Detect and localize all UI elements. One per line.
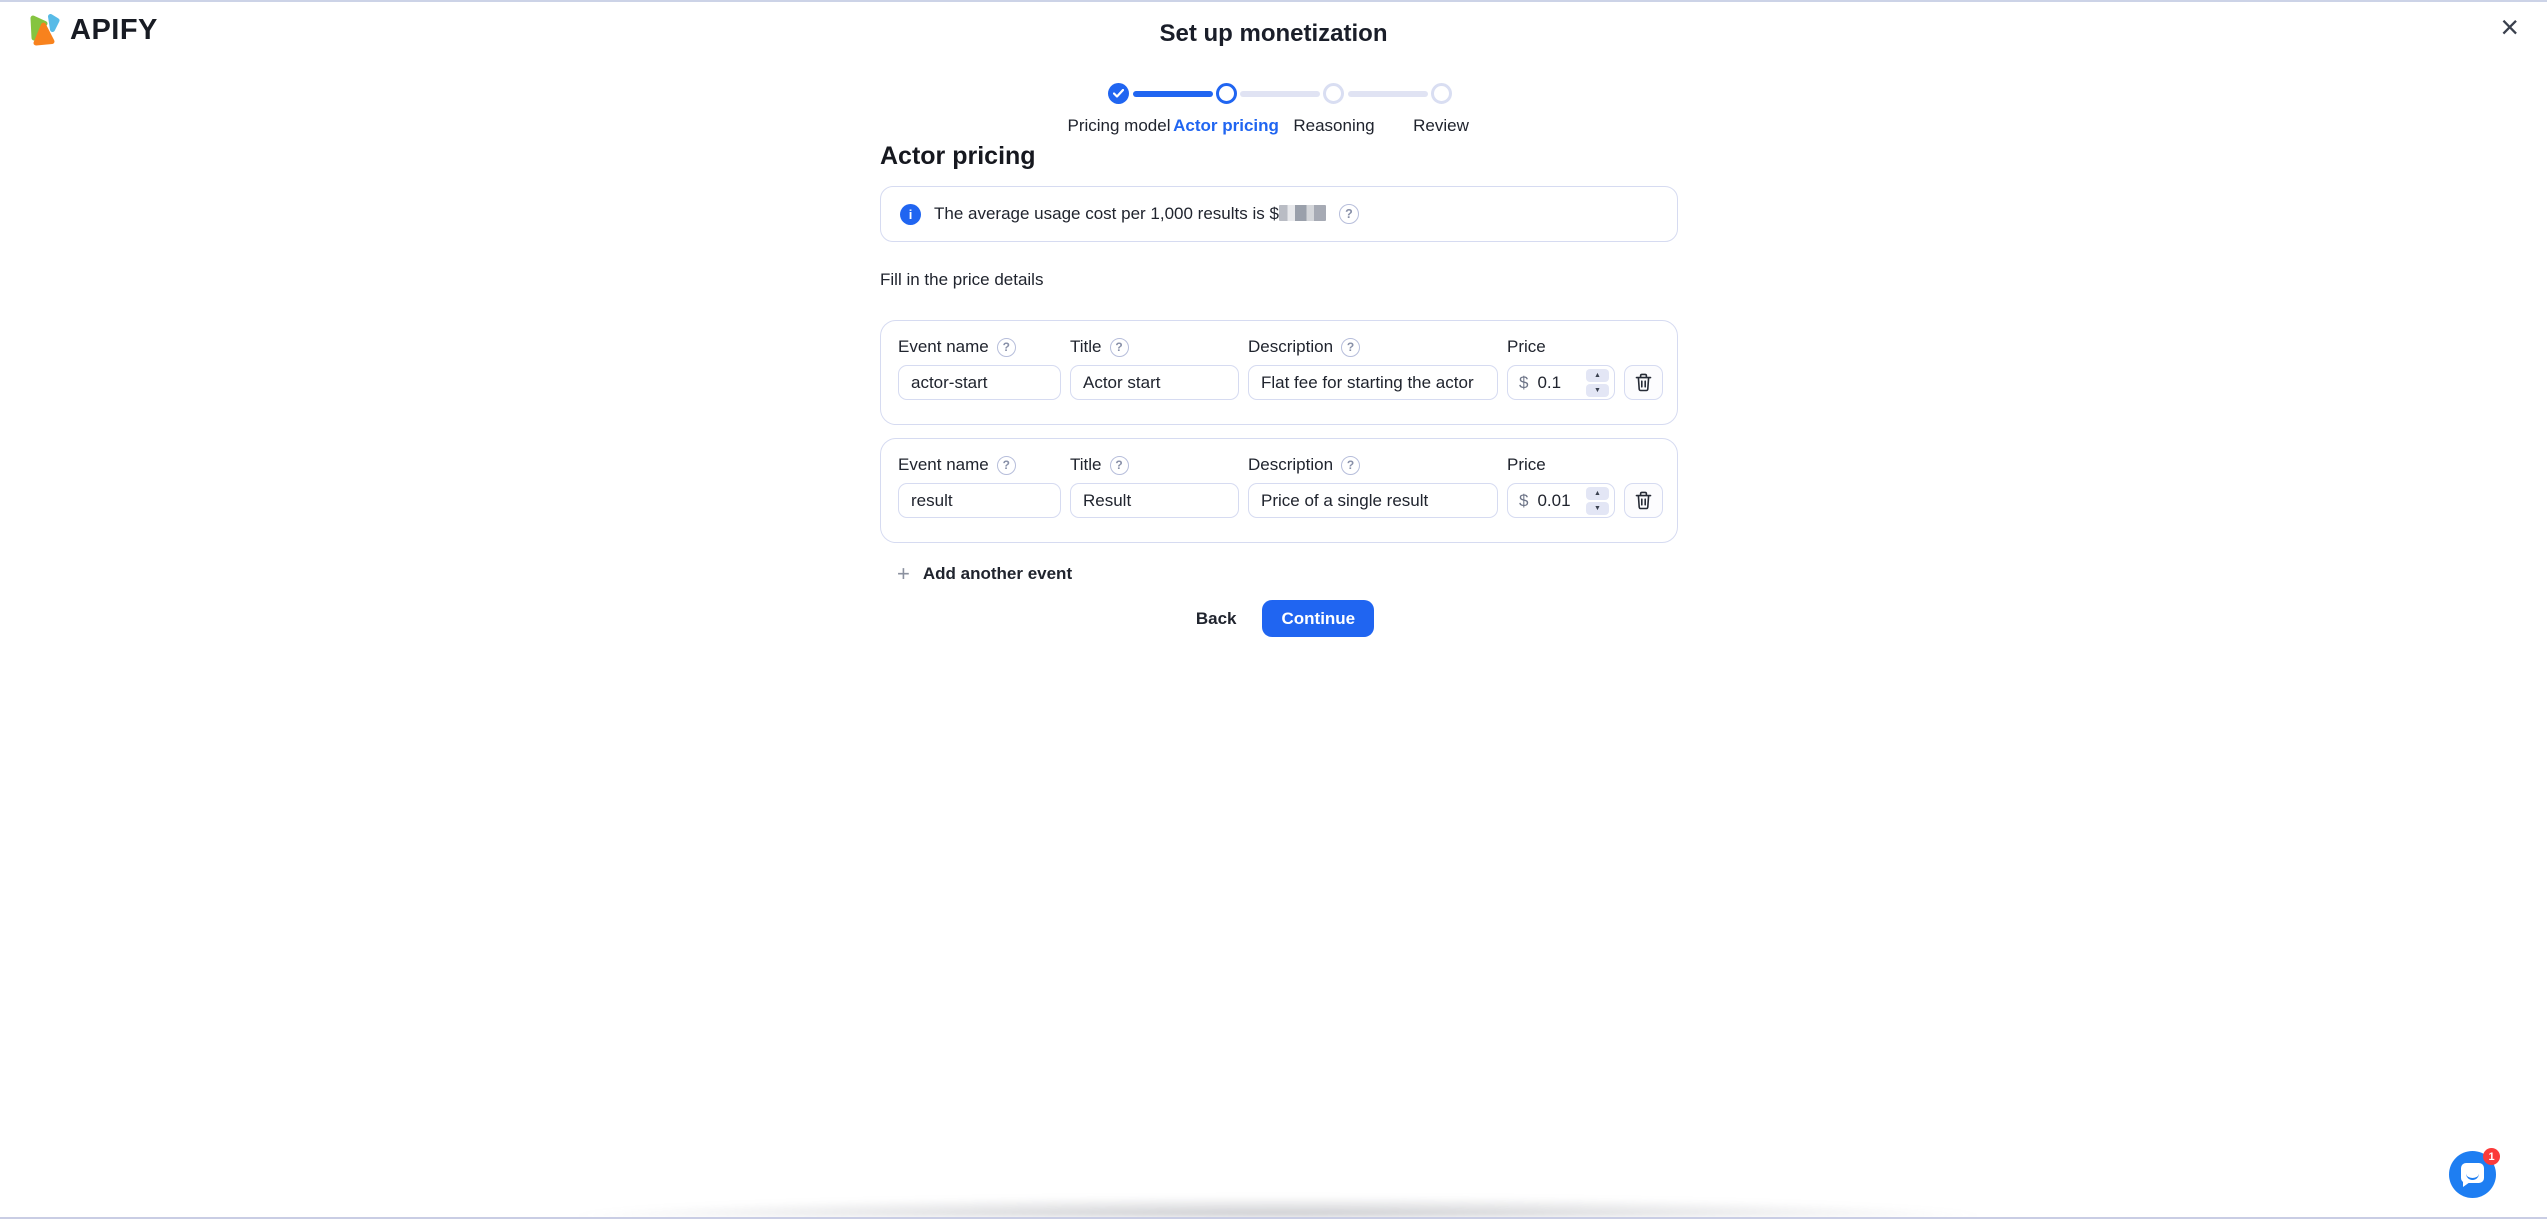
description-label: Description ? — [1248, 455, 1498, 475]
event-name-help-icon[interactable]: ? — [997, 338, 1016, 357]
event-name-label: Event name ? — [898, 455, 1061, 475]
step-circle-review[interactable] — [1431, 83, 1452, 104]
step-circle-actor-pricing[interactable] — [1216, 83, 1237, 104]
step-label-reasoning[interactable]: Reasoning — [1293, 116, 1374, 136]
title-help-icon[interactable]: ? — [1110, 338, 1129, 357]
plus-icon: + — [897, 563, 910, 585]
description-field: Description ? — [1248, 455, 1498, 526]
title-label: Title ? — [1070, 337, 1239, 357]
price-input[interactable] — [1537, 373, 1580, 393]
chat-smile-icon — [2466, 1172, 2479, 1180]
description-label: Description ? — [1248, 337, 1498, 357]
stepper-down-icon[interactable]: ▼ — [1586, 502, 1609, 515]
event-name-help-icon[interactable]: ? — [997, 456, 1016, 475]
step-connector-3 — [1348, 91, 1428, 97]
currency-symbol: $ — [1519, 491, 1528, 511]
step-label-review[interactable]: Review — [1413, 116, 1469, 136]
title-field: Title ? — [1070, 455, 1239, 526]
top-hairline — [0, 0, 2547, 2]
check-icon — [1113, 89, 1124, 98]
banner-text: The average usage cost per 1,000 results… — [934, 204, 1326, 224]
price-stepper: ▲ ▼ — [1586, 369, 1609, 397]
monetization-setup-page: APIFY Set up monetization × Pricing mode… — [0, 0, 2547, 1219]
banner-help-icon[interactable]: ? — [1339, 204, 1359, 224]
description-help-icon[interactable]: ? — [1341, 338, 1360, 357]
step-label-actor-pricing[interactable]: Actor pricing — [1173, 116, 1279, 136]
delete-event-button[interactable] — [1624, 483, 1663, 518]
currency-symbol: $ — [1519, 373, 1528, 393]
description-input[interactable] — [1248, 365, 1498, 400]
event-name-field: Event name ? — [898, 337, 1061, 408]
chat-bubble-icon — [2461, 1163, 2484, 1183]
price-input-group: $ ▲ ▼ — [1507, 365, 1615, 400]
pricing-event-row: Event name ? Title ? Description ? — [880, 438, 1678, 543]
window-drop-shadow — [538, 1197, 2018, 1217]
price-stepper: ▲ ▼ — [1586, 487, 1609, 515]
close-icon[interactable]: × — [2494, 10, 2525, 44]
page-title: Set up monetization — [0, 20, 2547, 48]
price-input[interactable] — [1537, 491, 1580, 511]
step-connector-2 — [1240, 91, 1320, 97]
price-label: Price — [1507, 337, 1615, 357]
main-content: Actor pricing i The average usage cost p… — [880, 142, 1678, 637]
price-label: Price — [1507, 455, 1615, 475]
title-input[interactable] — [1070, 365, 1239, 400]
price-input-group: $ ▲ ▼ — [1507, 483, 1615, 518]
step-label-pricing-model[interactable]: Pricing model — [1068, 116, 1171, 136]
event-name-input[interactable] — [898, 483, 1061, 518]
average-cost-banner: i The average usage cost per 1,000 resul… — [880, 186, 1678, 242]
info-icon: i — [900, 204, 921, 225]
description-help-icon[interactable]: ? — [1341, 456, 1360, 475]
stepper-up-icon[interactable]: ▲ — [1586, 369, 1609, 382]
title-label: Title ? — [1070, 455, 1239, 475]
price-field: Price $ ▲ ▼ — [1507, 455, 1615, 526]
wizard-stepper: Pricing model Actor pricing Reasoning Re… — [1065, 83, 1495, 145]
trash-icon — [1635, 373, 1652, 392]
back-button[interactable]: Back — [1184, 601, 1249, 637]
event-name-label: Event name ? — [898, 337, 1061, 357]
title-field: Title ? — [1070, 337, 1239, 408]
description-field: Description ? — [1248, 337, 1498, 408]
event-name-input[interactable] — [898, 365, 1061, 400]
trash-icon — [1635, 491, 1652, 510]
title-input[interactable] — [1070, 483, 1239, 518]
event-name-field: Event name ? — [898, 455, 1061, 526]
fill-price-details-text: Fill in the price details — [880, 270, 1678, 290]
section-heading: Actor pricing — [880, 142, 1678, 170]
add-event-label: Add another event — [923, 564, 1072, 584]
step-circle-pricing-model[interactable] — [1108, 83, 1129, 104]
chat-unread-badge: 1 — [2483, 1148, 2500, 1165]
stepper-down-icon[interactable]: ▼ — [1586, 384, 1609, 397]
step-connector-1 — [1133, 91, 1213, 97]
redacted-value — [1279, 205, 1326, 221]
delete-event-button[interactable] — [1624, 365, 1663, 400]
wizard-actions: Back Continue — [880, 600, 1678, 637]
description-input[interactable] — [1248, 483, 1498, 518]
step-circle-reasoning[interactable] — [1323, 83, 1344, 104]
chat-widget-button[interactable]: 1 — [2449, 1151, 2496, 1198]
price-field: Price $ ▲ ▼ — [1507, 337, 1615, 408]
stepper-up-icon[interactable]: ▲ — [1586, 487, 1609, 500]
continue-button[interactable]: Continue — [1262, 600, 1374, 637]
add-another-event-button[interactable]: + Add another event — [880, 563, 1072, 585]
pricing-event-row: Event name ? Title ? Description ? — [880, 320, 1678, 425]
title-help-icon[interactable]: ? — [1110, 456, 1129, 475]
